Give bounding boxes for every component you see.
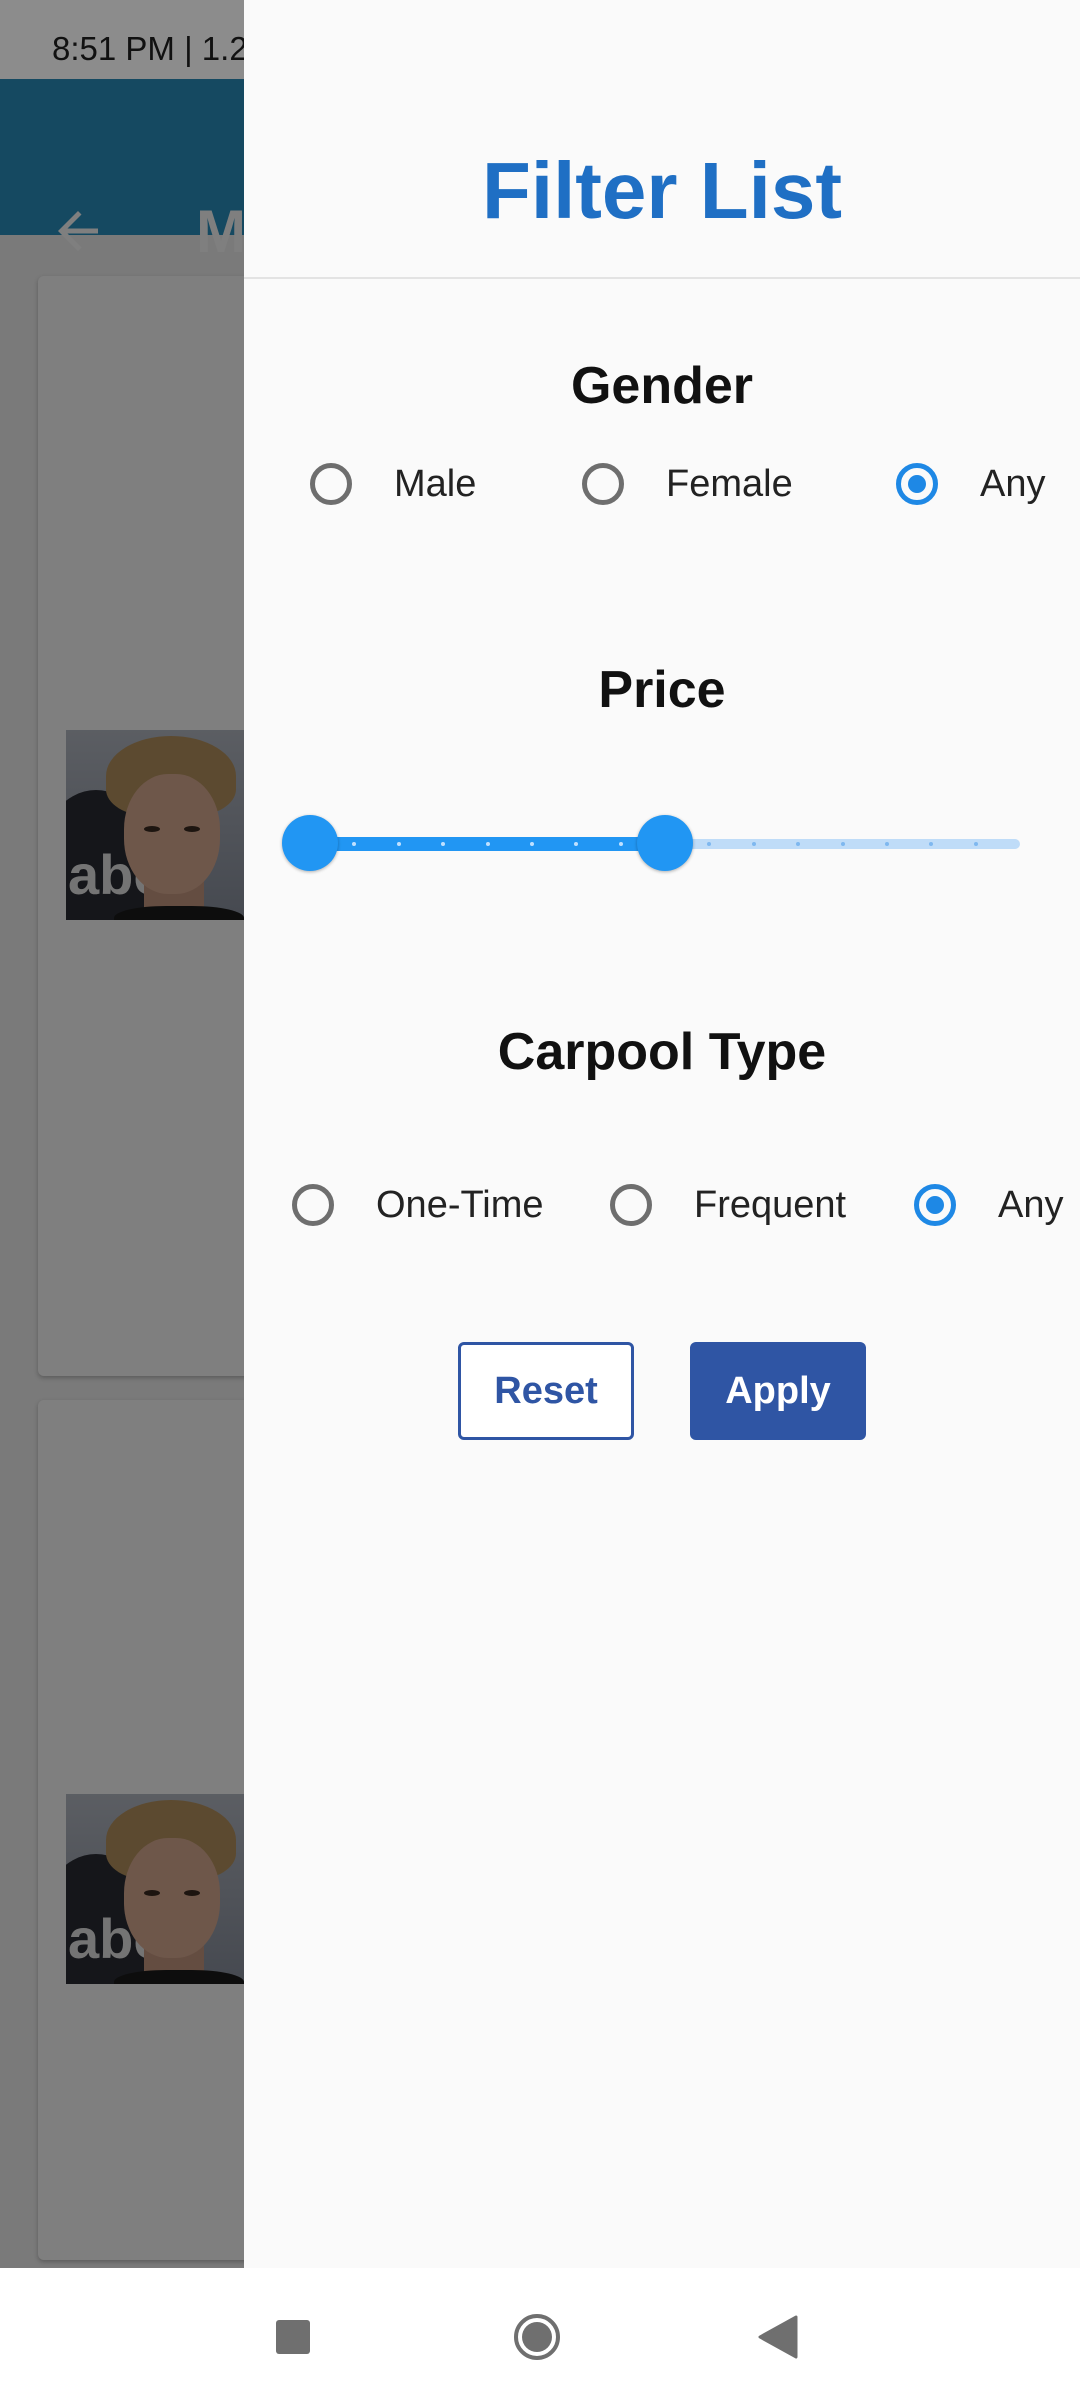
radio-button-selected[interactable] [914, 1184, 956, 1226]
back-icon[interactable] [756, 2314, 800, 2360]
carpool-option-frequent[interactable]: Frequent [610, 1175, 846, 1235]
radio-label: Frequent [694, 1183, 847, 1226]
radio-label: Any [998, 1183, 1064, 1226]
slider-tick [973, 842, 978, 846]
radio-button-selected[interactable] [896, 463, 938, 505]
gender-option-female[interactable]: Female [582, 454, 793, 514]
slider-tick [485, 842, 490, 846]
radio-label: One-Time [376, 1183, 544, 1226]
radio-label: Female [666, 462, 793, 505]
gender-title: Gender [570, 357, 754, 415]
apply-button[interactable]: Apply [690, 1342, 866, 1440]
recent-apps-icon[interactable] [276, 2320, 310, 2354]
carpool-type-title: Carpool Type [497, 1023, 827, 1081]
carpool-option-one-time[interactable]: One-Time [292, 1175, 544, 1235]
filter-drawer: Filter List Gender Male Female Any Price… [244, 0, 1080, 2268]
drawer-title: Filter List [481, 146, 843, 235]
reset-button[interactable]: Reset [458, 1342, 634, 1440]
slider-tick [840, 842, 845, 846]
radio-button[interactable] [610, 1184, 652, 1226]
price-title: Price [598, 661, 726, 719]
slider-start-thumb[interactable] [282, 815, 338, 871]
radio-button[interactable] [582, 463, 624, 505]
radio-label: Male [394, 462, 477, 505]
slider-tick [884, 842, 889, 846]
drawer-header: Filter List [244, 79, 1080, 279]
radio-label: Any [980, 462, 1046, 505]
radio-button[interactable] [292, 1184, 334, 1226]
home-icon[interactable] [512, 2312, 562, 2362]
slider-tick [618, 842, 623, 846]
slider-tick [529, 842, 534, 846]
gender-option-any[interactable]: Any [896, 454, 1045, 514]
slider-tick [396, 842, 401, 846]
slider-tick [751, 842, 756, 846]
price-range-slider[interactable] [282, 814, 1020, 874]
carpool-option-any[interactable]: Any [914, 1175, 1063, 1235]
gender-option-male[interactable]: Male [310, 454, 476, 514]
radio-button[interactable] [310, 463, 352, 505]
slider-end-thumb[interactable] [637, 815, 693, 871]
